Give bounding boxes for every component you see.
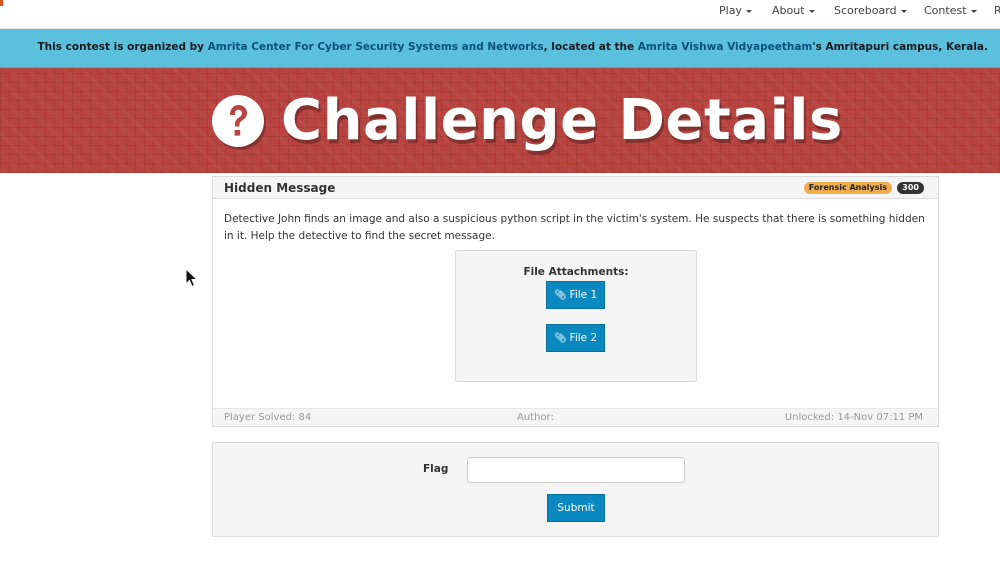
logo-fragment[interactable] — [0, 0, 3, 6]
challenge-header: Hidden Message Forensic Analysis 300 — [213, 177, 938, 199]
unlocked-time: Unlocked: 14-Nov 07:11 PM — [784, 412, 923, 423]
organizer-info-bar: This contest is organized by Amrita Cent… — [0, 29, 1000, 68]
info-middle: , located at the — [543, 41, 638, 53]
caret-down-icon — [970, 9, 977, 13]
solved-count: Player Solved: 84 — [224, 412, 312, 423]
challenge-panel: Hidden Message Forensic Analysis 300 Det… — [212, 176, 939, 427]
file-2-label: File 2 — [569, 332, 598, 344]
file-attachments-box: File Attachments: 📎︎ File 1 📎︎ File 2 — [455, 250, 697, 382]
nav-play-dropdown[interactable]: Play — [719, 0, 752, 29]
organizer-info-text: This contest is organized by Amrita Cent… — [38, 29, 988, 66]
paperclip-icon: 📎︎ — [553, 333, 567, 344]
nav-item-truncated[interactable]: R — [994, 0, 1000, 29]
caret-down-icon — [745, 9, 752, 13]
file-2-button[interactable]: 📎︎ File 2 — [546, 324, 605, 352]
file-attachments-label: File Attachments: — [523, 266, 629, 278]
question-circle-icon — [212, 95, 264, 147]
top-navbar: Play About Scoreboard Contest R — [0, 0, 1000, 29]
nav-play-label: Play — [719, 4, 742, 17]
university-link[interactable]: Amrita Vishwa Vidyapeetham — [638, 41, 813, 53]
paperclip-icon: 📎︎ — [553, 290, 567, 301]
flag-form: Flag Submit — [212, 442, 939, 537]
nav-scoreboard-label: Scoreboard — [834, 4, 897, 17]
info-prefix: This contest is organized by — [37, 41, 208, 53]
submit-button[interactable]: Submit — [547, 494, 605, 522]
organizer-link[interactable]: Amrita Center For Cyber Security Systems… — [208, 41, 544, 53]
challenge-description: Detective John finds an image and also a… — [224, 213, 925, 242]
file-1-button[interactable]: 📎︎ File 1 — [546, 281, 605, 309]
flag-input[interactable] — [467, 457, 685, 483]
page-title: Challenge Details — [281, 88, 843, 153]
nav-contest-dropdown[interactable]: Contest — [924, 0, 977, 29]
points-badge: 300 — [897, 182, 924, 194]
info-suffix: 's Amritapuri campus, Kerala. — [812, 41, 988, 53]
mouse-cursor-icon — [185, 268, 199, 288]
author-label: Author: — [517, 412, 554, 423]
challenge-title: Hidden Message — [224, 181, 336, 195]
flag-label: Flag — [423, 463, 449, 475]
file-1-label: File 1 — [569, 289, 598, 301]
category-badge: Forensic Analysis — [803, 182, 892, 194]
caret-down-icon — [900, 9, 907, 13]
nav-about-label: About — [772, 4, 805, 17]
caret-down-icon — [808, 9, 815, 13]
nav-about-dropdown[interactable]: About — [772, 0, 815, 29]
nav-scoreboard-dropdown[interactable]: Scoreboard — [834, 0, 907, 29]
challenge-footer: Player Solved: 84 Author: Unlocked: 14-N… — [213, 408, 938, 426]
nav-contest-label: Contest — [924, 4, 967, 17]
nav-truncated-label: R — [994, 4, 1000, 17]
banner-heading: Challenge Details — [211, 88, 843, 154]
page-banner: Challenge Details — [0, 68, 1000, 173]
